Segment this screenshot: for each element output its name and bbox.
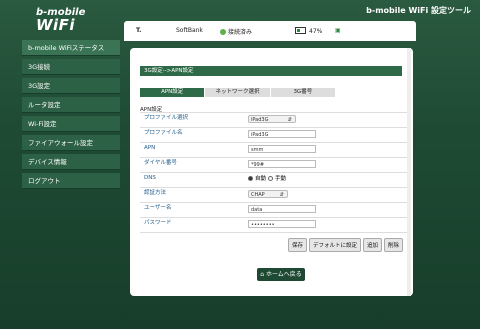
connected-icon <box>220 29 226 35</box>
auth-method-select[interactable]: CHAP ⇵ <box>248 190 288 198</box>
scrollbar[interactable] <box>407 48 411 296</box>
main-panel: 3G設定-->APN設定 APN設定 ネットワーク選択 3G番号 APN設定 プ… <box>130 48 413 296</box>
dns-label: DNS <box>144 175 156 181</box>
home-button[interactable]: ⌂ ホームへ戻る <box>257 268 305 281</box>
sidebar-item-label: ログアウト <box>28 177 61 185</box>
set-default-button[interactable]: デフォルトに設定 <box>308 238 361 252</box>
sidebar-item-3g-settings[interactable]: 3G設定 <box>22 78 120 94</box>
battery-icon <box>295 27 306 34</box>
connection-status: 接続済み <box>220 27 252 36</box>
profile-name-input[interactable]: iPad3G <box>248 130 316 138</box>
app-title: b-mobile WiFi 設定ツール <box>366 6 471 15</box>
battery-status: 47% <box>295 27 322 35</box>
profile-name-label: プロファイル名 <box>144 130 183 136</box>
status-bar: T. SoftBank 接続済み 47% ▣ <box>124 21 416 41</box>
device-icon: ▣ <box>335 27 341 34</box>
username-label: ユーザー名 <box>144 205 172 211</box>
form-row: 認証方法 CHAP ⇵ <box>140 187 408 202</box>
carrier-name: SoftBank <box>176 27 203 34</box>
username-input[interactable]: data <box>248 205 316 213</box>
radio-checked-icon <box>248 176 253 181</box>
profile-select-label: プロファイル選択 <box>144 115 189 121</box>
password-input[interactable]: •••••••• <box>248 220 316 228</box>
sidebar-item-status[interactable]: b-mobile WiFiステータス <box>22 40 120 56</box>
sidebar-item-device-info[interactable]: デバイス情報 <box>22 154 120 170</box>
radio-unchecked-icon <box>268 176 273 181</box>
signal-icon: T. <box>136 27 142 34</box>
sidebar-item-label: 3G設定 <box>28 82 51 90</box>
breadcrumb: 3G設定-->APN設定 <box>140 66 402 76</box>
save-button[interactable]: 保存 <box>287 238 307 252</box>
add-button[interactable]: 追加 <box>362 238 382 252</box>
form-row: パスワード •••••••• <box>140 217 408 233</box>
form-row: ダイヤル番号 *99# <box>140 157 408 172</box>
sidebar: b-mobile WiFiステータス 3G接続 3G設定 ルータ設定 Wi-Fi… <box>22 40 120 192</box>
logo-line2: WiFi <box>36 16 76 34</box>
delete-button[interactable]: 削除 <box>383 238 403 252</box>
sidebar-item-label: b-mobile WiFiステータス <box>28 44 105 52</box>
sidebar-item-label: デバイス情報 <box>28 158 67 166</box>
form-row: プロファイル選択 iPad3G ⇵ <box>140 112 408 127</box>
dns-manual-radio[interactable]: 手動 <box>268 175 286 184</box>
dial-number-input[interactable]: *99# <box>248 160 316 168</box>
sidebar-item-label: ルータ設定 <box>28 101 61 109</box>
sidebar-item-router-settings[interactable]: ルータ設定 <box>22 97 120 113</box>
form-row: ユーザー名 data <box>140 202 408 217</box>
auth-method-label: 認証方法 <box>144 190 167 196</box>
sidebar-item-label: Wi-Fi設定 <box>28 120 57 128</box>
apn-input[interactable]: smm <box>248 145 316 153</box>
home-icon: ⌂ <box>260 271 265 278</box>
sidebar-item-wifi-settings[interactable]: Wi-Fi設定 <box>22 116 120 132</box>
sidebar-item-3g-connect[interactable]: 3G接続 <box>22 59 120 75</box>
tab-bar: APN設定 ネットワーク選択 3G番号 <box>140 88 336 97</box>
profile-select[interactable]: iPad3G ⇵ <box>248 115 296 123</box>
app-logo: b-mobile WiFi <box>36 6 85 34</box>
sidebar-item-firewall[interactable]: ファイアウォール設定 <box>22 135 120 151</box>
password-label: パスワード <box>144 220 172 226</box>
sidebar-item-label: 3G接続 <box>28 63 51 71</box>
form-row: DNS 自動 手動 <box>140 172 408 187</box>
action-buttons: 保存 デフォルトに設定 追加 削除 <box>287 238 403 252</box>
sidebar-item-logout[interactable]: ログアウト <box>22 173 120 189</box>
form-row: APN smm <box>140 142 408 157</box>
form-row: プロファイル名 iPad3G <box>140 127 408 142</box>
tab-apn[interactable]: APN設定 <box>140 88 206 97</box>
apn-label: APN <box>144 145 156 151</box>
tab-3g-number[interactable]: 3G番号 <box>270 88 336 97</box>
dns-auto-radio[interactable]: 自動 <box>248 175 266 184</box>
apn-form: プロファイル選択 iPad3G ⇵ プロファイル名 iPad3G APN smm … <box>140 112 408 233</box>
chevron-updown-icon: ⇵ <box>287 117 292 123</box>
tab-network-select[interactable]: ネットワーク選択 <box>205 88 271 97</box>
dial-number-label: ダイヤル番号 <box>144 160 177 166</box>
chevron-updown-icon: ⇵ <box>279 192 284 198</box>
sidebar-item-label: ファイアウォール設定 <box>28 139 93 147</box>
